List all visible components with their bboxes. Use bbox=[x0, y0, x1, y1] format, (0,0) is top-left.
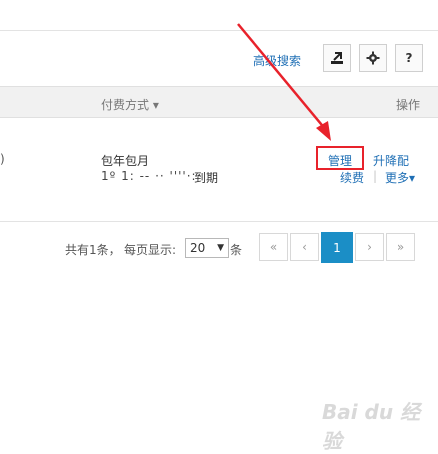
total-count: 共有1条， bbox=[65, 243, 121, 257]
column-actions-header: 操作 bbox=[396, 98, 421, 112]
pagination-controls: « ‹ 1 › » bbox=[259, 232, 415, 263]
renew-link[interactable]: 续费 bbox=[340, 169, 364, 186]
first-page-button[interactable]: « bbox=[259, 233, 288, 261]
table-row: ) 包年包月 1º 1: -- ·· ''''·:· 到期 管理 升降配 续费 … bbox=[0, 117, 438, 222]
per-page-suffix: 条 bbox=[230, 243, 243, 257]
help-button[interactable]: ? bbox=[395, 44, 423, 72]
per-page-value: 20 bbox=[190, 241, 206, 255]
help-icon: ? bbox=[405, 51, 413, 65]
page-1-button[interactable]: 1 bbox=[321, 232, 353, 263]
per-page-label: 每页显示: bbox=[124, 243, 177, 257]
expiry-date: 1º 1: -- ·· ''''·:· bbox=[101, 169, 202, 183]
prev-page-button[interactable]: ‹ bbox=[290, 233, 319, 261]
settings-button[interactable] bbox=[359, 44, 387, 72]
table-header: 付费方式 ▾ 操作 bbox=[0, 86, 438, 118]
per-page-select[interactable]: 20 ▼ bbox=[185, 238, 229, 258]
column-payment-header[interactable]: 付费方式 ▾ bbox=[101, 96, 159, 113]
toolbar-top-divider bbox=[0, 30, 438, 31]
last-page-button[interactable]: » bbox=[386, 233, 415, 261]
gear-icon bbox=[366, 51, 380, 65]
expiry-suffix: 到期 bbox=[194, 171, 219, 185]
payment-type: 包年包月 bbox=[101, 154, 150, 168]
baidu-watermark: Bai du 经验 bbox=[322, 400, 421, 453]
more-dropdown[interactable]: 更多▾ bbox=[385, 169, 415, 186]
row-left-fragment: ) bbox=[0, 152, 5, 166]
action-separator: | bbox=[373, 169, 378, 183]
chevron-down-icon: ▼ bbox=[217, 243, 224, 253]
next-page-button[interactable]: › bbox=[355, 233, 384, 261]
annotation-arrow-icon bbox=[237, 23, 331, 141]
upgrade-link[interactable]: 升降配 bbox=[373, 152, 409, 169]
